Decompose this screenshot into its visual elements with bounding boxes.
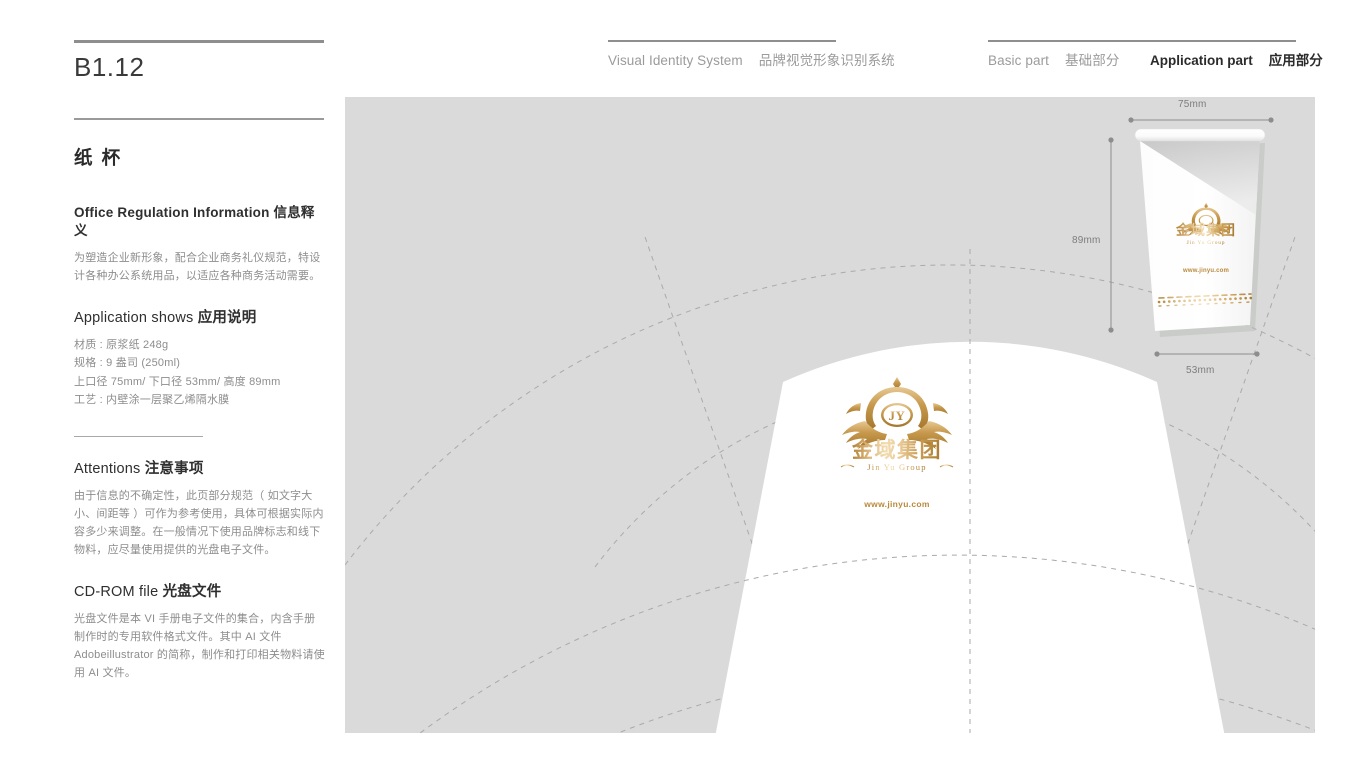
- header-center-labels: Visual Identity System 品牌视觉形象识别系统: [608, 49, 895, 69]
- brand-website: www.jinyu.com: [863, 499, 930, 509]
- sidebar-mid-rule: [74, 118, 324, 120]
- sidebar: B1.12 纸 杯 Office Regulation Information …: [74, 40, 326, 682]
- section-attentions-body: 由于信息的不确定性，此页部分规范（ 如文字大小、间距等 ）可作为参考使用，具体可…: [74, 489, 324, 556]
- section-cdrom-file: CD-ROM file 光盘文件 光盘文件是本 VI 手册电子文件的集合，内含手…: [74, 583, 326, 682]
- header-center-group: Visual Identity System 品牌视觉形象识别系统: [608, 0, 918, 80]
- section-attentions: Attentions 注意事项 由于信息的不确定性，此页部分规范（ 如文字大小、…: [74, 460, 326, 559]
- header-vis-english: Visual Identity System: [608, 53, 743, 68]
- cup-brand-website: www.jinyu.com: [1182, 268, 1229, 274]
- section-application-shows-heading: Application shows 应用说明: [74, 309, 326, 327]
- section-application-shows: Application shows 应用说明 材质 : 原浆纸 248g 规格 …: [74, 309, 326, 410]
- heading-cn: 光盘文件: [162, 583, 222, 600]
- header-application-english: Application part: [1150, 53, 1253, 68]
- header-application-chinese: 应用部分: [1268, 53, 1323, 68]
- dim-label-top: 75mm: [1178, 99, 1207, 110]
- spec-list: 材质 : 原浆纸 248g 规格 : 9 盎司 (250ml) 上口径 75mm…: [74, 336, 326, 410]
- section-office-regulation: Office Regulation Information 信息释义 为塑造企业…: [74, 204, 326, 285]
- heading-cn: 应用说明: [197, 309, 257, 326]
- heading-en: Application shows: [74, 309, 194, 326]
- heading-en: CD-ROM file: [74, 583, 159, 600]
- spec-process: 工艺 : 内壁涂一层聚乙烯隔水膜: [74, 394, 230, 406]
- heading-en: Office Regulation Information: [74, 204, 270, 220]
- page-code: B1.12: [74, 52, 145, 82]
- sidebar-divider: [74, 435, 203, 437]
- heading-cn: 注意事项: [144, 460, 204, 477]
- spec-size: 规格 : 9 盎司 (250ml): [74, 357, 181, 369]
- dim-arrow-top: [1128, 117, 1274, 123]
- header-center-rule: [608, 40, 836, 42]
- cup-rim: [1134, 128, 1266, 142]
- dim-arrow-bottom: [1154, 351, 1260, 357]
- cup-brand-name-en: Jin Yu Group: [1187, 240, 1226, 246]
- artwork-panel: JY 金域集团 Jin Yu Group www.jinyu.com 金域集团 …: [345, 97, 1315, 733]
- header-basic-chinese: 基础部分: [1065, 53, 1120, 68]
- section-office-regulation-heading: Office Regulation Information 信息释义: [74, 204, 326, 240]
- spec-diameter: 上口径 75mm/ 下口径 53mm/ 高度 89mm: [74, 375, 281, 388]
- heading-en: Attentions: [74, 460, 141, 477]
- header-basic-part[interactable]: Basic part 基础部分: [988, 49, 1119, 69]
- cup-brand-name-cn: 金域集团: [1175, 222, 1236, 238]
- page-title: 纸 杯: [74, 146, 123, 168]
- brand-name-cn: 金域集团: [851, 438, 942, 462]
- dim-label-bottom: 53mm: [1186, 365, 1215, 376]
- cup-mockup: 金域集团 Jin Yu Group www.jinyu.com 75mm 89m…: [1072, 99, 1300, 387]
- brand-name-en: Jin Yu Group: [867, 462, 926, 472]
- dim-label-height: 89mm: [1072, 235, 1101, 246]
- header-basic-english: Basic part: [988, 53, 1050, 68]
- header-right-rule: [988, 40, 1296, 42]
- dim-arrow-height: [1108, 137, 1114, 333]
- section-cdrom-file-heading: CD-ROM file 光盘文件: [74, 583, 326, 601]
- header-application-part[interactable]: Application part 应用部分: [1150, 49, 1323, 69]
- section-cdrom-file-body: 光盘文件是本 VI 手册电子文件的集合，内含手册制作时的专用软件格式文件。其中 …: [74, 612, 325, 679]
- section-office-regulation-body: 为塑造企业新形象，配合企业商务礼仪规范，特设计各种办公系统用品，以适应各种商务活…: [74, 251, 321, 282]
- spec-material: 材质 : 原浆纸 248g: [74, 338, 169, 351]
- header-vis-chinese: 品牌视觉形象识别系统: [758, 53, 895, 68]
- section-attentions-heading: Attentions 注意事项: [74, 460, 326, 478]
- crest-monogram: JY: [889, 408, 906, 423]
- header-right-group: Basic part 基础部分 Application part 应用部分: [988, 0, 1328, 80]
